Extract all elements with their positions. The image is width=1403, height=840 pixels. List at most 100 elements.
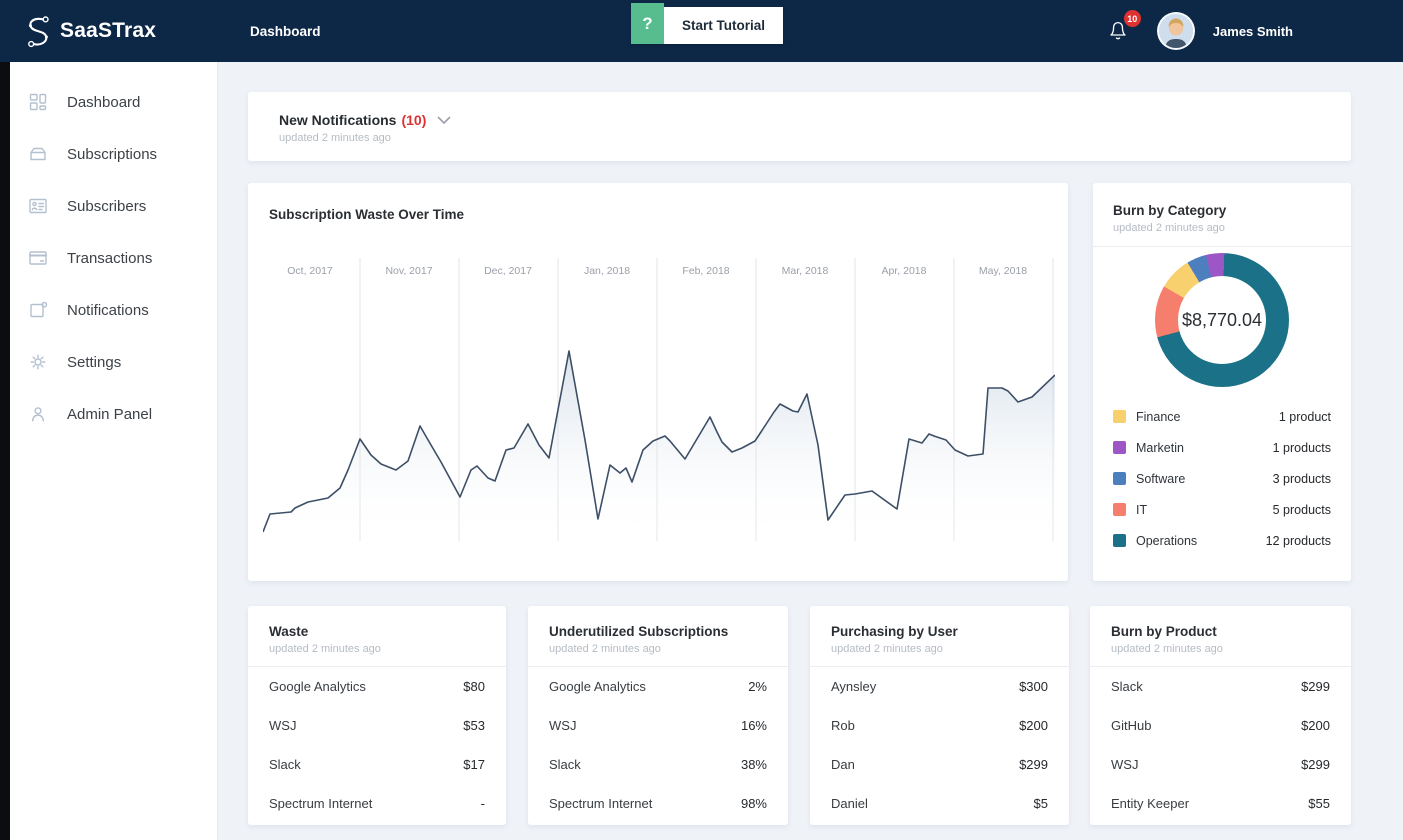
table-row: Rob $200 bbox=[831, 706, 1048, 745]
area-fill bbox=[263, 351, 1055, 545]
line-chart: Oct, 2017Nov, 2017Dec, 2017Jan, 2018Feb,… bbox=[263, 255, 1055, 545]
new-notifications-title-row: New Notifications (10) bbox=[279, 112, 1351, 128]
row-value: $299 bbox=[1301, 757, 1330, 772]
notifications-bell-button[interactable]: 10 bbox=[1107, 18, 1133, 44]
row-value: $80 bbox=[463, 679, 485, 694]
row-value: $5 bbox=[1034, 796, 1048, 811]
sidebar-item-label: Transactions bbox=[67, 250, 152, 267]
row-label: Aynsley bbox=[831, 679, 876, 694]
waste-over-time-card: Subscription Waste Over Time Oct, 2017No… bbox=[248, 183, 1068, 581]
card-title: Underutilized Subscriptions bbox=[549, 624, 788, 639]
start-tutorial-button[interactable]: ? Start Tutorial bbox=[631, 3, 783, 44]
row-label: Slack bbox=[549, 757, 581, 772]
chevron-down-icon[interactable] bbox=[437, 116, 451, 124]
sidebar-item-label: Notifications bbox=[67, 302, 149, 319]
sidebar-item-label: Settings bbox=[67, 354, 121, 371]
sidebar-item-notifications[interactable]: Notifications bbox=[10, 284, 217, 336]
row-value: 98% bbox=[741, 796, 767, 811]
table-row: WSJ$53 bbox=[269, 706, 485, 745]
donut-total: $8,770.04 bbox=[1182, 310, 1262, 331]
sidebar-item-dashboard[interactable]: Dashboard bbox=[10, 76, 217, 128]
new-notifications-bar[interactable]: New Notifications (10) updated 2 minutes… bbox=[248, 92, 1351, 161]
new-notifications-count: (10) bbox=[401, 112, 426, 128]
table-row: Dan$299 bbox=[831, 745, 1048, 784]
card-updated: updated 2 minutes ago bbox=[549, 643, 788, 655]
row-value: 38% bbox=[741, 757, 767, 772]
card-title: Purchasing by User bbox=[831, 624, 1069, 639]
waste-chart-title: Subscription Waste Over Time bbox=[248, 183, 1068, 222]
row-value: $200 bbox=[1019, 718, 1048, 733]
sidebar: Dashboard Subscriptions Subscribers Transac… bbox=[10, 62, 218, 840]
summary-card-waste: Wasteupdated 2 minutes ago Google Analyti… bbox=[248, 606, 506, 825]
card-header: Burn by Productupdated 2 minutes ago bbox=[1090, 606, 1351, 655]
donut-hole: $8,770.04 bbox=[1178, 276, 1266, 364]
summary-card-underutilized-subscriptions: Underutilized Subscriptions updated 2 min… bbox=[528, 606, 788, 825]
sidebar-item-transactions[interactable]: Transactions bbox=[10, 232, 217, 284]
sidebar-item-label: Subscriptions bbox=[67, 146, 157, 163]
row-label: Slack bbox=[1111, 679, 1143, 694]
transactions-icon bbox=[28, 248, 48, 268]
legend-label: Software bbox=[1136, 472, 1185, 486]
legend-value: 1 product bbox=[1279, 410, 1331, 424]
row-label: WSJ bbox=[549, 718, 576, 733]
row-label: Slack bbox=[269, 757, 301, 772]
legend-value: 3 products bbox=[1273, 472, 1331, 486]
legend-swatch bbox=[1113, 534, 1126, 547]
sidebar-item-admin-panel[interactable]: Admin Panel bbox=[10, 388, 217, 440]
burn-category-updated: updated 2 minutes ago bbox=[1113, 222, 1351, 234]
legend-swatch bbox=[1113, 503, 1126, 516]
avatar[interactable] bbox=[1157, 12, 1195, 50]
settings-icon bbox=[28, 352, 48, 372]
x-axis-label: Apr, 2018 bbox=[882, 265, 927, 277]
start-tutorial-label: Start Tutorial bbox=[664, 7, 783, 44]
donut-legend: Finance 1 product Marketin 1 products Softwa… bbox=[1113, 401, 1331, 556]
row-label: Google Analytics bbox=[269, 679, 366, 694]
row-value: $300 bbox=[1019, 679, 1048, 694]
legend-value: 1 products bbox=[1273, 441, 1331, 455]
table-row: Spectrum Internet98% bbox=[549, 784, 767, 823]
new-notifications-title: New Notifications bbox=[279, 112, 396, 128]
x-axis-label: Jan, 2018 bbox=[584, 265, 630, 277]
subscribers-icon bbox=[28, 196, 48, 216]
card-title: Burn by Product bbox=[1111, 624, 1351, 639]
legend-swatch bbox=[1113, 410, 1126, 423]
table-row: Google Analytics2% bbox=[549, 667, 767, 706]
x-axis-label: Mar, 2018 bbox=[782, 265, 829, 277]
nav-dashboard[interactable]: Dashboard bbox=[250, 0, 321, 62]
table-row: Daniel $5 bbox=[831, 784, 1048, 823]
table-row: Entity Keeper$55 bbox=[1111, 784, 1330, 823]
sidebar-item-label: Dashboard bbox=[67, 94, 140, 111]
admin-icon bbox=[28, 404, 48, 424]
table-row: Slack$17 bbox=[269, 745, 485, 784]
legend-value: 5 products bbox=[1273, 503, 1331, 517]
table-row: Aynsley $300 bbox=[831, 667, 1048, 706]
burn-category-header: Burn by Category updated 2 minutes ago bbox=[1093, 183, 1351, 234]
subscriptions-icon bbox=[28, 144, 48, 164]
brand-logo[interactable]: SaaSTrax bbox=[22, 0, 156, 62]
sidebar-item-settings[interactable]: Settings bbox=[10, 336, 217, 388]
row-value: 2% bbox=[748, 679, 767, 694]
legend-label: Finance bbox=[1136, 410, 1180, 424]
legend-row-finance: Finance 1 product bbox=[1113, 401, 1331, 432]
legend-swatch bbox=[1113, 472, 1126, 485]
summary-card-burn-by-product: Burn by Productupdated 2 minutes ago Slac… bbox=[1090, 606, 1351, 825]
sidebar-item-subscriptions[interactable]: Subscriptions bbox=[10, 128, 217, 180]
x-axis-label: Feb, 2018 bbox=[682, 265, 729, 277]
table-row: Spectrum Internet- bbox=[269, 784, 485, 823]
card-rows: Google Analytics2%WSJ16%Slack38%Spectrum… bbox=[528, 667, 788, 823]
user-name[interactable]: James Smith bbox=[1213, 24, 1293, 39]
row-label: Rob bbox=[831, 718, 855, 733]
row-label: Daniel bbox=[831, 796, 868, 811]
burn-category-title: Burn by Category bbox=[1113, 203, 1351, 218]
legend-label: Operations bbox=[1136, 534, 1197, 548]
table-row: Google Analytics $80 bbox=[269, 667, 485, 706]
notification-badge: 10 bbox=[1124, 10, 1141, 27]
sidebar-item-subscribers[interactable]: Subscribers bbox=[10, 180, 217, 232]
table-row: Slack$299 bbox=[1111, 667, 1330, 706]
legend-label: Marketin bbox=[1136, 441, 1184, 455]
left-edge-strip bbox=[0, 62, 10, 840]
card-updated: updated 2 minutes ago bbox=[831, 643, 1069, 655]
card-header: Wasteupdated 2 minutes ago bbox=[248, 606, 506, 655]
legend-row-operations: Operations12 products bbox=[1113, 525, 1331, 556]
legend-row-it: IT5 products bbox=[1113, 494, 1331, 525]
